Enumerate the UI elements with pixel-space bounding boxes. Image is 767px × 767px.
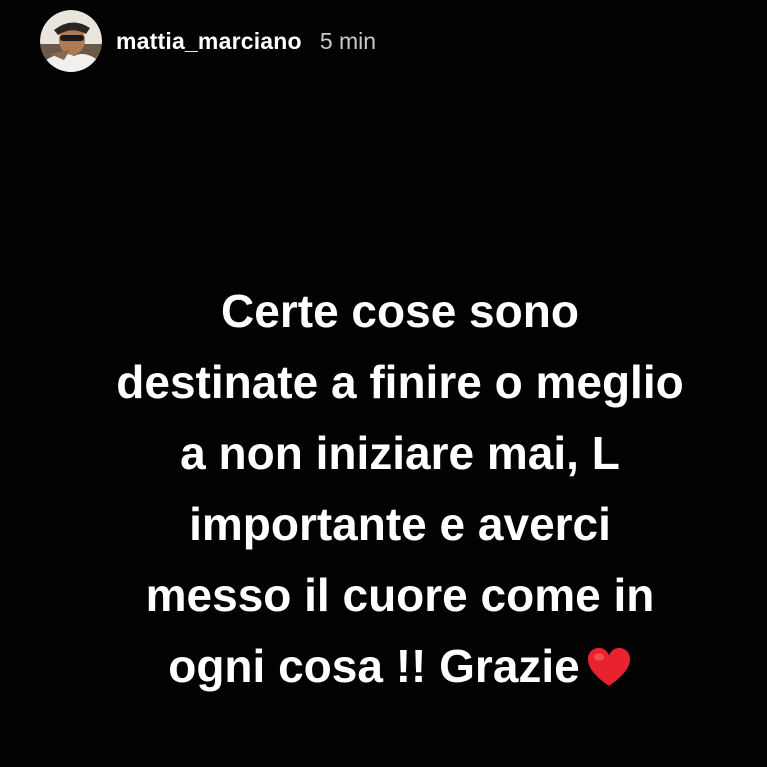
story-text-last-line-wrap: ogni cosa !! Grazie xyxy=(40,631,760,708)
story-text: Certe cose sono destinate a finire o meg… xyxy=(40,276,760,708)
story-text-line: a non iniziare mai, L xyxy=(180,427,620,479)
story-text-line: Certe cose sono xyxy=(221,285,579,337)
red-heart-icon xyxy=(586,637,632,708)
avatar-image xyxy=(40,10,102,72)
story-text-line: ogni cosa !! Grazie xyxy=(168,640,580,692)
story-view: mattia_marciano 5 min Certe cose sono de… xyxy=(0,0,767,767)
story-text-line: messo il cuore come in xyxy=(145,569,655,621)
post-time: 5 min xyxy=(319,27,377,54)
avatar[interactable] xyxy=(40,10,102,72)
story-header: mattia_marciano 5 min xyxy=(40,8,376,74)
username[interactable]: mattia_marciano xyxy=(116,28,302,55)
story-text-line: destinate a finire o meglio xyxy=(116,356,684,408)
story-text-line: importante e averci xyxy=(189,498,611,550)
